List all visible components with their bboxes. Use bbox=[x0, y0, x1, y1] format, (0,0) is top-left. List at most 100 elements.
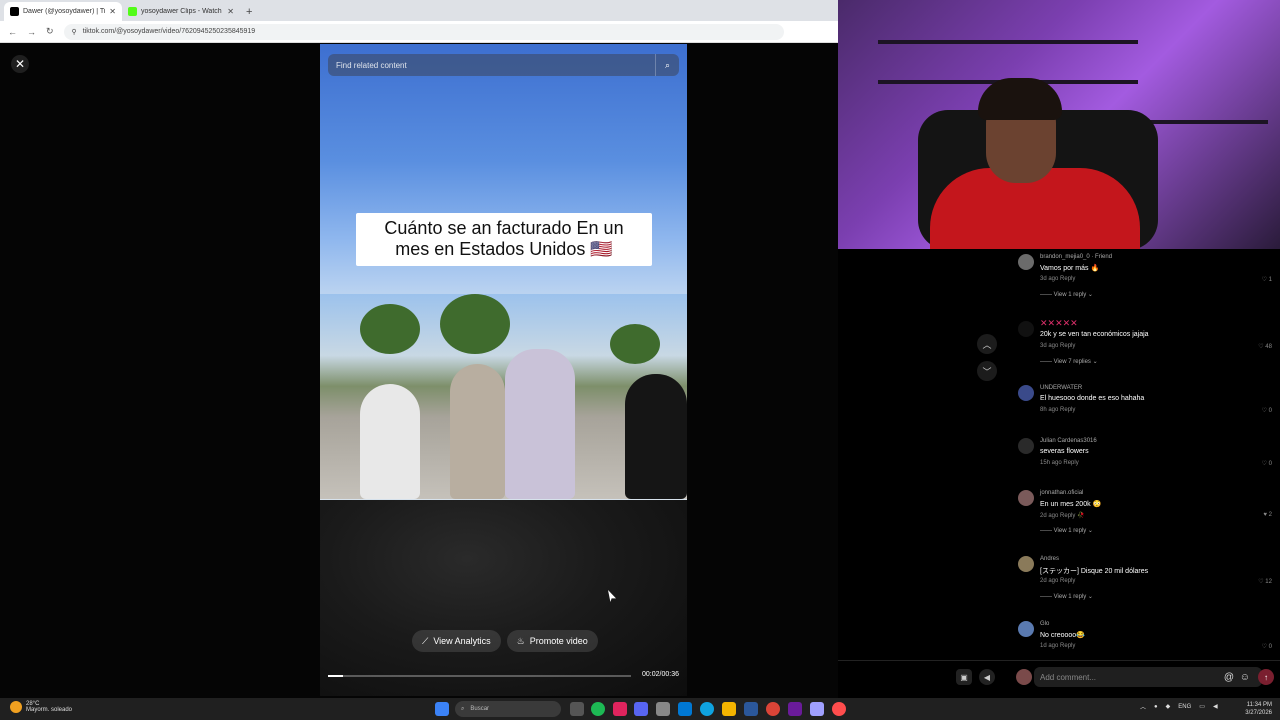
clock[interactable]: 11:34 PM 3/27/2026 bbox=[1245, 701, 1272, 717]
mention-icon[interactable]: @ bbox=[1224, 672, 1234, 683]
app-tray-icon[interactable]: ● bbox=[1154, 704, 1158, 710]
address-bar: ← → ↻ ⚲ tiktok.com/@yosoydawer/video/762… bbox=[0, 21, 838, 43]
comment-meta[interactable]: 3d ago Reply bbox=[1040, 343, 1075, 349]
volume-icon[interactable]: ◀ bbox=[979, 669, 995, 685]
comment-meta[interactable]: 15h ago Reply bbox=[1040, 460, 1079, 466]
network-icon[interactable]: ▭ bbox=[1199, 703, 1205, 710]
previous-video-button[interactable]: ︿ bbox=[977, 334, 997, 354]
avatar[interactable] bbox=[1018, 490, 1034, 506]
comment-author[interactable]: UNDERWATER bbox=[1040, 385, 1082, 391]
volume-icon[interactable]: ◀ bbox=[1213, 703, 1218, 710]
close-tab-icon[interactable]: ✕ bbox=[227, 7, 234, 16]
comment-author[interactable]: jonnathan.oficial bbox=[1040, 490, 1083, 496]
folder-icon[interactable] bbox=[722, 702, 736, 716]
view-replies-button[interactable]: —— View 1 reply ⌄ bbox=[1040, 291, 1093, 298]
view-replies-button[interactable]: —— View 7 replies ⌄ bbox=[1040, 358, 1098, 365]
edge-icon[interactable] bbox=[700, 702, 714, 716]
task-view-icon[interactable] bbox=[570, 702, 584, 716]
mail-icon[interactable] bbox=[678, 702, 692, 716]
comment-meta[interactable]: 8h ago Reply bbox=[1040, 407, 1075, 413]
chrome-icon[interactable] bbox=[766, 702, 780, 716]
tree-shape bbox=[440, 294, 510, 354]
chevron-up-icon: ︿ bbox=[982, 339, 992, 350]
related-search-input[interactable]: Find related content ⌕ bbox=[328, 54, 679, 76]
comment-likes[interactable]: ♥ 2 bbox=[1263, 512, 1272, 518]
taskbar-search[interactable]: ⌕ Buscar bbox=[455, 701, 561, 717]
app-icon[interactable] bbox=[788, 702, 802, 716]
comment-text: 20k y se ven tan económicos jajaja bbox=[1040, 331, 1149, 338]
close-viewer-button[interactable]: ✕ bbox=[11, 55, 29, 73]
comment-author[interactable]: Andres bbox=[1040, 556, 1059, 562]
comment-text: En un mes 200k 😳 bbox=[1040, 501, 1102, 508]
comment-text: No creoooo😂 bbox=[1040, 632, 1085, 639]
comment-likes[interactable]: ♡ 12 bbox=[1258, 578, 1272, 585]
comment-likes[interactable]: ♡ 1 bbox=[1262, 276, 1272, 283]
avatar[interactable] bbox=[1018, 438, 1034, 454]
emoji-icon[interactable]: ☺ bbox=[1240, 672, 1250, 683]
comment-likes[interactable]: ♡ 48 bbox=[1258, 343, 1272, 350]
comment-meta[interactable]: 2d ago Reply 🥀 bbox=[1040, 512, 1085, 519]
clock-date: 3/27/2026 bbox=[1245, 710, 1272, 716]
video-player[interactable]: Find related content ⌕ Cuánto se an fact… bbox=[320, 44, 687, 696]
send-button[interactable]: ↑ bbox=[1258, 669, 1274, 685]
view-replies-button[interactable]: —— View 1 reply ⌄ bbox=[1040, 527, 1093, 534]
view-replies-button[interactable]: —— View 1 reply ⌄ bbox=[1040, 593, 1093, 600]
comment-likes[interactable]: ♡ 0 bbox=[1262, 643, 1272, 650]
picture-in-picture-icon[interactable]: ▣ bbox=[956, 669, 972, 685]
avatar[interactable] bbox=[1018, 621, 1034, 637]
search-icon: ⌕ bbox=[461, 705, 465, 712]
comment-meta[interactable]: 3d ago Reply bbox=[1040, 276, 1075, 282]
comment-author[interactable]: Glo bbox=[1040, 621, 1049, 627]
promote-video-label: Promote video bbox=[529, 636, 588, 646]
language-indicator[interactable]: ENG bbox=[1178, 704, 1191, 710]
view-analytics-label: View Analytics bbox=[433, 636, 491, 646]
avatar[interactable] bbox=[1018, 321, 1034, 337]
app-icon[interactable] bbox=[613, 702, 627, 716]
spotify-icon[interactable] bbox=[591, 702, 605, 716]
new-tab-button[interactable]: + bbox=[240, 6, 258, 21]
weather-widget[interactable]: 28°C Mayorm. soleado bbox=[10, 701, 72, 713]
url-field[interactable]: ⚲ tiktok.com/@yosoydawer/video/762094525… bbox=[63, 23, 784, 40]
streamer-hair bbox=[978, 78, 1062, 120]
comment-meta[interactable]: 1d ago Reply bbox=[1040, 643, 1075, 649]
comment-likes[interactable]: ♡ 0 bbox=[1262, 460, 1272, 467]
comment-author[interactable]: ✕✕✕✕✕ bbox=[1040, 318, 1078, 329]
comment-author[interactable]: brandon_mejia0_0 · Friend bbox=[1040, 254, 1112, 260]
tiktok-icon bbox=[10, 7, 19, 16]
tab-tiktok[interactable]: Dawer (@yosoydawer) | TikTok ✕ bbox=[4, 2, 122, 21]
site-info-icon[interactable]: ⚲ bbox=[72, 28, 77, 36]
comment-input[interactable]: Add comment... @ ☺ bbox=[1034, 667, 1262, 687]
avatar[interactable] bbox=[1018, 254, 1034, 270]
back-icon[interactable]: ← bbox=[8, 27, 17, 37]
search-icon[interactable]: ⌕ bbox=[655, 54, 679, 76]
app-icon[interactable] bbox=[832, 702, 846, 716]
close-tab-icon[interactable]: ✕ bbox=[109, 7, 116, 16]
forward-icon[interactable]: → bbox=[27, 27, 36, 37]
video-progress-bar[interactable] bbox=[328, 675, 631, 677]
comment-meta[interactable]: 2d ago Reply bbox=[1040, 578, 1075, 584]
comments-panel: ︿ ﹀ brandon_mejia0_0 · Friend Vamos por … bbox=[838, 249, 1280, 698]
chevron-up-icon[interactable]: ︿ bbox=[1140, 702, 1146, 711]
reload-icon[interactable]: ↻ bbox=[46, 26, 54, 37]
taskbar-search-label: Buscar bbox=[470, 706, 490, 712]
app-icon[interactable] bbox=[810, 702, 824, 716]
video-caption: Cuánto se an facturado En un mes en Esta… bbox=[356, 213, 652, 266]
tab-kick[interactable]: yosoydawer Clips - Watch Live ✕ bbox=[122, 2, 240, 21]
next-video-button[interactable]: ﹀ bbox=[977, 361, 997, 381]
avatar[interactable] bbox=[1018, 385, 1034, 401]
arrow-up-icon: ↑ bbox=[1264, 672, 1268, 682]
app-tray-icon[interactable]: ◆ bbox=[1166, 703, 1171, 710]
promote-video-button[interactable]: ♨ Promote video bbox=[506, 630, 598, 652]
comment-likes[interactable]: ♡ 0 bbox=[1262, 407, 1272, 414]
windows-start-icon[interactable] bbox=[435, 702, 449, 716]
caption-line: Cuánto se an facturado En un bbox=[384, 218, 624, 238]
browser-tabbar: Dawer (@yosoydawer) | TikTok ✕ yosoydawe… bbox=[0, 0, 838, 21]
view-analytics-button[interactable]: ⟋ View Analytics bbox=[412, 630, 501, 652]
kick-icon bbox=[128, 7, 137, 16]
discord-icon[interactable] bbox=[634, 702, 648, 716]
app-icon[interactable] bbox=[744, 702, 758, 716]
comment-text: Vamos por más 🔥 bbox=[1040, 265, 1100, 272]
comment-author[interactable]: Julian Cardenas3016 bbox=[1040, 438, 1097, 444]
app-icon[interactable] bbox=[656, 702, 670, 716]
avatar[interactable] bbox=[1018, 556, 1034, 572]
